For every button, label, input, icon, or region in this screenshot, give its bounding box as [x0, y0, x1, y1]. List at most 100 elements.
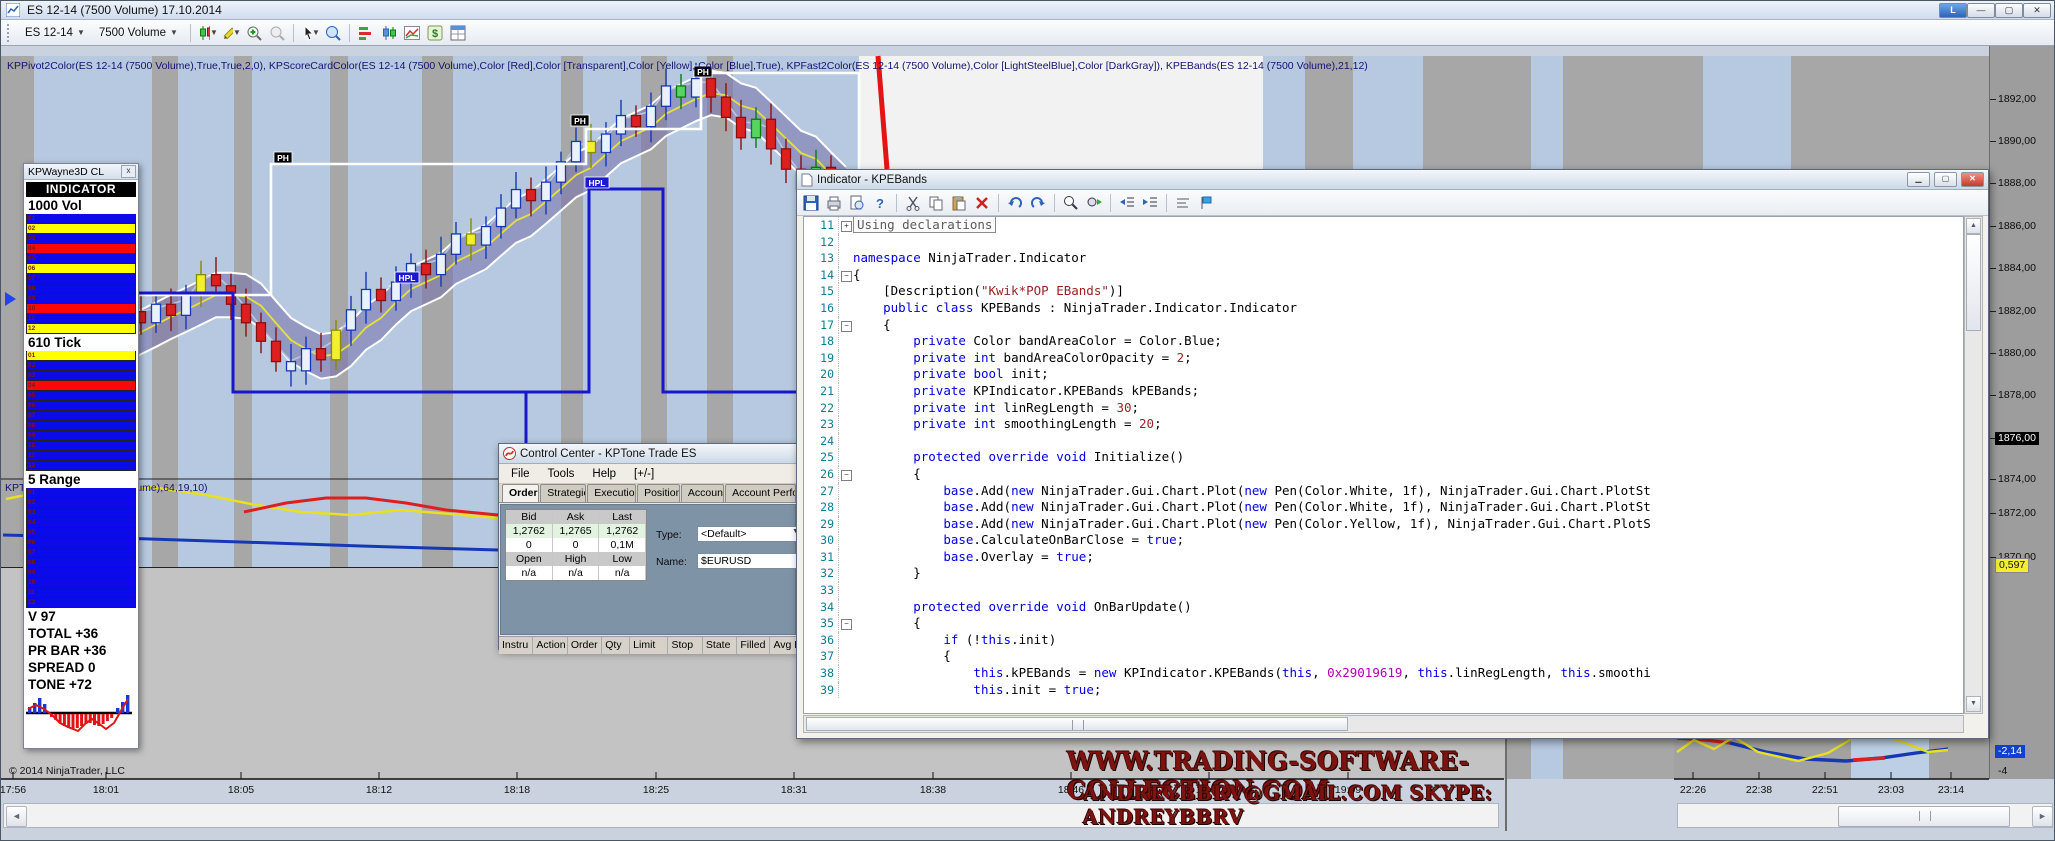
data-magnifier-icon[interactable]	[323, 24, 343, 42]
price-tick	[1990, 141, 1996, 142]
order-column-instru[interactable]: Instru	[499, 637, 533, 654]
find-next-icon[interactable]	[1084, 194, 1104, 212]
redo-icon[interactable]	[1028, 194, 1048, 212]
order-column-order[interactable]: Order	[568, 637, 602, 654]
scroll-up-icon[interactable]: ▲	[1966, 218, 1981, 234]
paste-icon[interactable]	[949, 194, 969, 212]
line-number: 28	[804, 499, 838, 516]
order-column-stop[interactable]: Stop	[668, 637, 702, 654]
tab-orders[interactable]: Orders	[502, 484, 539, 502]
code-token: int	[973, 350, 996, 365]
data-grid-icon[interactable]	[448, 24, 468, 42]
scroll-down-icon[interactable]: ▼	[1966, 696, 1981, 712]
control-center-titlebar[interactable]: Control Center - KPTone Trade ES	[499, 444, 797, 464]
zoom-in-icon[interactable]	[244, 24, 264, 42]
cut-icon[interactable]	[903, 194, 923, 212]
minimize-button[interactable]: ▁	[1907, 172, 1930, 187]
period-selector[interactable]: 7500 Volume▼	[94, 24, 183, 42]
order-column-limit[interactable]: Limit	[630, 637, 668, 654]
scroll-left-icon[interactable]: ◄	[6, 806, 27, 827]
scroll-right-icon[interactable]: ►	[2032, 806, 2053, 827]
instrument-name-input[interactable]: $EURUSD	[697, 553, 803, 569]
order-column-state[interactable]: State	[703, 637, 737, 654]
scrollbar-thumb[interactable]	[806, 717, 1348, 731]
tab-positions[interactable]: Positions	[637, 484, 680, 502]
order-type-select[interactable]: <Default> ▼	[697, 526, 803, 542]
print-icon[interactable]	[824, 194, 844, 212]
minimize-button[interactable]: —	[1967, 3, 1995, 18]
save-icon[interactable]	[801, 194, 821, 212]
timeframe-header: 610 Tick	[26, 334, 136, 351]
code-token: ,	[1312, 665, 1327, 680]
scrollbar-thumb[interactable]	[1838, 806, 2010, 827]
editor-horizontal-scrollbar[interactable]	[803, 715, 1964, 733]
indent-decrease-icon[interactable]	[1117, 194, 1137, 212]
control-center-window[interactable]: Control Center - KPTone Trade ES File Too…	[498, 443, 798, 650]
menu-item-file[interactable]: File	[511, 468, 530, 480]
menu-item-[interactable]: [+/-]	[634, 468, 654, 480]
right-chart-scrollbar[interactable]: ►	[1677, 803, 2053, 828]
account-dollar-icon[interactable]: $	[425, 24, 445, 42]
tab-account[interactable]: Account Performa	[725, 484, 796, 502]
code-line: 22 private int linRegLength = 30;	[804, 400, 1963, 417]
maximize-button[interactable]: ▢	[1995, 3, 2023, 18]
menu-item-tools[interactable]: Tools	[548, 468, 575, 480]
fold-toggle-icon[interactable]: −	[841, 619, 852, 630]
tab-accounts[interactable]: Accounts	[681, 484, 724, 502]
signal-row: 08	[26, 284, 136, 294]
help-icon[interactable]: ?	[870, 194, 890, 212]
order-column-qty[interactable]: Qty	[602, 637, 630, 654]
chart-trader-icon[interactable]	[356, 24, 376, 42]
print-preview-icon[interactable]	[847, 194, 867, 212]
line-number: 33	[804, 582, 838, 599]
chevron-down-icon: ▼	[170, 28, 178, 37]
chart-window-titlebar[interactable]: ES 12-14 (7500 Volume) 17.10.2014 L — ▢ …	[1, 1, 2055, 20]
editor-title: Indicator - KPEBands	[817, 174, 1903, 186]
indicator-editor-window[interactable]: Indicator - KPEBands ▁ ▢ ✕ ? 11+Using de…	[796, 169, 1989, 739]
code-editor-area[interactable]: 11+Using declarations1213namespace Ninja…	[803, 216, 1964, 714]
code-token: if	[943, 632, 958, 647]
market-depth-icon[interactable]	[379, 24, 399, 42]
delete-icon[interactable]	[972, 194, 992, 212]
close-button[interactable]: ✕	[2023, 3, 2051, 18]
close-button[interactable]: ✕	[1961, 172, 1984, 187]
maximize-button[interactable]: ▢	[1934, 172, 1957, 187]
code-token: init;	[1004, 366, 1049, 381]
instrument-selector[interactable]: ES 12-14▼	[20, 24, 90, 42]
quote-cell: Open	[506, 552, 553, 566]
code-token: 30	[1116, 400, 1131, 415]
editor-titlebar[interactable]: Indicator - KPEBands ▁ ▢ ✕	[797, 170, 1988, 190]
comment-icon[interactable]	[1173, 194, 1193, 212]
fold-toggle-icon[interactable]: −	[841, 321, 852, 332]
order-column-filled[interactable]: Filled	[737, 637, 770, 654]
tab-executions[interactable]: Executions	[587, 484, 636, 502]
close-icon[interactable]: x	[121, 165, 136, 178]
menu-item-help[interactable]: Help	[592, 468, 616, 480]
tab-strategies[interactable]: Strategies	[540, 484, 586, 502]
fold-toggle-icon[interactable]: −	[841, 470, 852, 481]
code-token: .init)	[1011, 632, 1056, 647]
cursor-icon[interactable]: ▼	[300, 24, 320, 42]
draw-tools-icon[interactable]: ▼	[221, 24, 241, 42]
candle-style-icon[interactable]: ▼	[198, 24, 218, 42]
find-icon[interactable]	[1061, 194, 1081, 212]
order-column-action[interactable]: Action	[533, 637, 567, 654]
copy-icon[interactable]	[926, 194, 946, 212]
kpwayne3d-titlebar[interactable]: KPWayne3D CL x	[24, 164, 138, 180]
scrollbar-thumb[interactable]	[1966, 234, 1981, 331]
zoom-out-icon[interactable]	[267, 24, 287, 42]
code-line: 14−{	[804, 267, 1963, 284]
price-axis[interactable]: 1892,001890,001888,001886,001884,001882,…	[1989, 46, 2055, 779]
indent-increase-icon[interactable]	[1140, 194, 1160, 212]
order-column-avgf[interactable]: Avg F	[770, 637, 797, 654]
kpwayne3d-panel[interactable]: KPWayne3D CL x INDICATOR 1000 Vol0102030…	[23, 163, 139, 749]
chart-overview-icon[interactable]	[402, 24, 422, 42]
log-button[interactable]: L	[1939, 3, 1967, 18]
fold-toggle-icon[interactable]: +	[841, 221, 852, 232]
undo-icon[interactable]	[1005, 194, 1025, 212]
fold-toggle-icon[interactable]: −	[841, 271, 852, 282]
editor-vertical-scrollbar[interactable]: ▲ ▼	[1964, 216, 1983, 714]
signal-row: 07	[26, 548, 136, 558]
bookmark-icon[interactable]	[1196, 194, 1216, 212]
toolbar-grip[interactable]	[7, 24, 14, 42]
